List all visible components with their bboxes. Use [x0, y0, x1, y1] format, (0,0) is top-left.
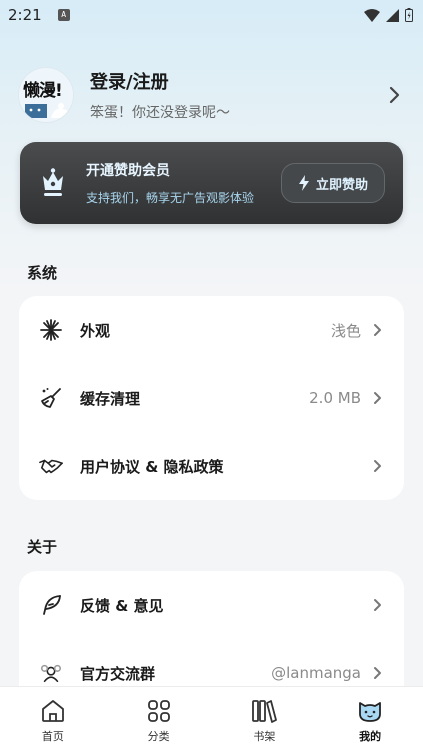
chevron-right-icon — [374, 667, 381, 679]
avatar[interactable]: 懒漫! — [18, 67, 74, 123]
chevron-right-icon — [374, 324, 381, 336]
settings-row-cache[interactable]: 缓存清理 2.0 MB — [19, 364, 404, 432]
bottom-tab-bar: 首页 分类 书架 我的 — [0, 686, 423, 752]
tab-label: 书架 — [253, 730, 276, 743]
chevron-right-icon — [374, 392, 381, 404]
sponsor-button-label: 立即赞助 — [315, 177, 368, 193]
vip-subtitle: 支持我们，畅享无广告观影体验 — [86, 191, 255, 205]
row-label: 反馈 & 意见 — [80, 596, 164, 615]
feather-icon — [39, 593, 63, 617]
lightning-icon — [298, 175, 309, 191]
row-value: @lanmanga — [271, 664, 361, 682]
row-label: 缓存清理 — [80, 389, 141, 408]
system-card: 外观 浅色 缓存清理 2.0 MB 用户协议 & 隐私政策 — [19, 296, 404, 500]
settings-row-feedback[interactable]: 反馈 & 意见 — [19, 571, 404, 639]
profile-subtitle: 笨蛋！你还没登录呢～ — [90, 105, 230, 121]
category-icon — [147, 700, 170, 722]
appearance-icon — [39, 318, 63, 342]
status-bar: 2:21 A — [0, 0, 423, 30]
tab-label: 首页 — [41, 730, 64, 743]
notification-icon: A — [57, 9, 70, 21]
crown-icon — [43, 168, 63, 196]
tab-mine[interactable]: 我的 — [317, 687, 423, 752]
row-label: 用户协议 & 隐私政策 — [80, 457, 224, 476]
section-title-about: 关于 — [27, 538, 58, 556]
cat-face-icon — [359, 702, 382, 722]
profile-header[interactable]: 懒漫! 登录/注册 笨蛋！你还没登录呢～ — [18, 66, 408, 124]
vip-title: 开通赞助会员 — [86, 163, 170, 179]
tab-bookshelf[interactable]: 书架 — [212, 687, 318, 752]
sponsor-button[interactable]: 立即赞助 — [281, 163, 385, 203]
battery-icon — [405, 8, 413, 22]
status-time: 2:21 — [8, 6, 42, 24]
wifi-icon — [364, 8, 380, 22]
home-icon — [41, 700, 64, 722]
tab-label: 我的 — [359, 730, 382, 743]
avatar-logo-text: 懒漫! — [23, 81, 63, 101]
row-value: 浅色 — [330, 321, 361, 340]
settings-row-agreement[interactable]: 用户协议 & 隐私政策 — [19, 432, 404, 500]
vip-banner[interactable]: 开通赞助会员 支持我们，畅享无广告观影体验 立即赞助 — [20, 142, 403, 224]
cat-logo-icon — [25, 103, 73, 118]
broom-icon — [39, 386, 63, 410]
row-label: 外观 — [80, 321, 111, 340]
tab-home[interactable]: 首页 — [0, 687, 106, 752]
bookshelf-icon — [252, 700, 278, 723]
handshake-icon — [39, 454, 63, 478]
status-icons — [364, 8, 413, 22]
row-value: 2.0 MB — [309, 389, 361, 407]
section-title-system: 系统 — [27, 264, 58, 282]
row-label: 官方交流群 — [80, 664, 156, 683]
login-register-title[interactable]: 登录/注册 — [90, 68, 230, 94]
signal-icon — [386, 8, 399, 22]
chevron-right-icon — [374, 599, 381, 611]
group-icon — [39, 661, 63, 685]
chevron-right-icon[interactable] — [388, 86, 400, 104]
tab-label: 分类 — [147, 730, 170, 743]
chevron-right-icon — [374, 460, 381, 472]
tab-category[interactable]: 分类 — [106, 687, 212, 752]
settings-row-appearance[interactable]: 外观 浅色 — [19, 296, 404, 364]
